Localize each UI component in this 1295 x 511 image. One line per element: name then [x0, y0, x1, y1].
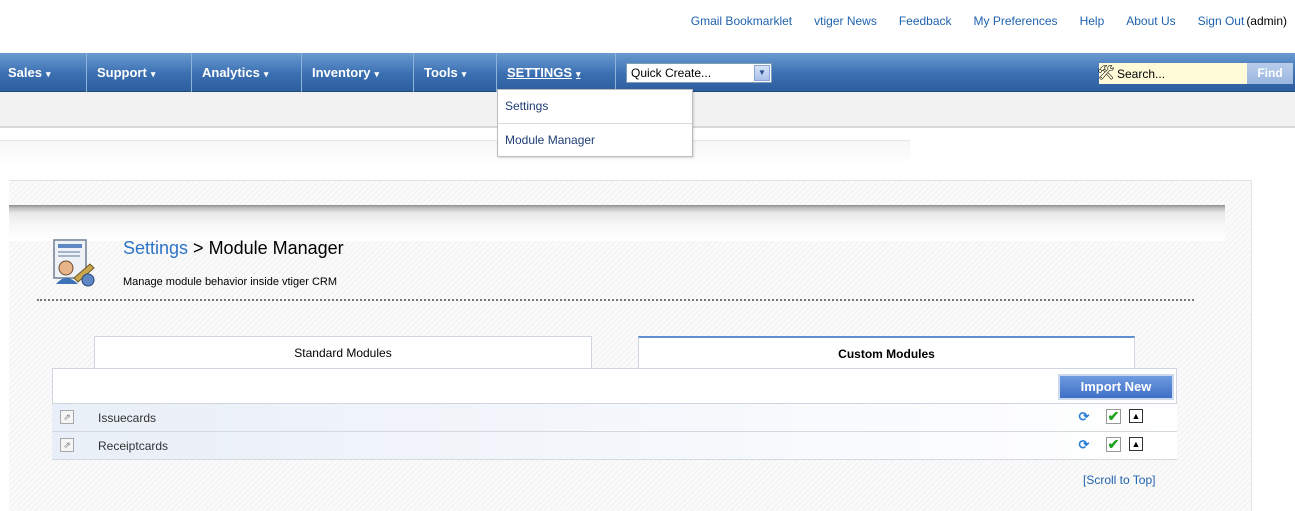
current-user: (admin)	[1246, 14, 1287, 28]
search-input[interactable]	[1099, 63, 1247, 84]
settings-dropdown-menu: Settings Module Manager	[497, 89, 693, 157]
link-icon[interactable]: ⇗	[60, 438, 74, 452]
panel-header-bar	[9, 205, 1225, 241]
refresh-icon[interactable]: ⟳	[1076, 409, 1092, 425]
page-title-text: Module Manager	[208, 238, 344, 258]
sign-out-link[interactable]: Sign Out	[1198, 14, 1245, 32]
menu-item-module-manager[interactable]: Module Manager	[498, 123, 692, 156]
divider	[37, 299, 1194, 301]
sub-nav-shadow	[0, 140, 910, 166]
check-icon[interactable]: ✔	[1106, 437, 1121, 452]
nav-settings[interactable]: SETTINGS ▾	[497, 53, 616, 92]
quick-create-select[interactable]: Quick Create... ▼	[626, 63, 772, 83]
nav-inventory[interactable]: Inventory ▾	[302, 53, 414, 92]
feedback-link[interactable]: Feedback	[899, 14, 952, 32]
find-button[interactable]: Find	[1247, 63, 1293, 84]
nav-label: Tools	[424, 65, 458, 80]
nav-label: Sales	[8, 65, 42, 80]
nav-label: Inventory	[312, 65, 371, 80]
help-link[interactable]: Help	[1080, 14, 1105, 32]
chevron-down-icon: ▾	[263, 69, 269, 79]
module-settings-icon	[53, 239, 95, 287]
chevron-down-icon: ▾	[45, 69, 51, 79]
page-title: Settings > Module Manager	[123, 238, 344, 259]
module-name: Issuecards	[98, 411, 157, 425]
main-nav-bar: Sales ▾ Support ▾ Analytics ▾ Inventory ▾ To…	[0, 53, 1295, 92]
menu-item-settings[interactable]: Settings	[498, 90, 692, 123]
tab-custom-modules[interactable]: Custom Modules	[638, 336, 1135, 368]
custom-modules-table: Import New ⇗ Issuecards ⟳ ✔ ▲ ⇗ Receiptc…	[52, 368, 1177, 460]
top-links: Gmail Bookmarklet vtiger News Feedback M…	[669, 14, 1287, 32]
my-preferences-link[interactable]: My Preferences	[974, 14, 1058, 32]
nav-label: SETTINGS	[507, 65, 573, 80]
chevron-down-icon: ▾	[576, 69, 581, 79]
chevron-down-icon: ▾	[461, 69, 467, 79]
scroll-to-top-link[interactable]: [Scroll to Top]	[1083, 473, 1155, 487]
table-row: ⇗ Receiptcards ⟳ ✔ ▲	[52, 432, 1177, 460]
quick-create-value: Quick Create...	[631, 66, 712, 80]
vtiger-news-link[interactable]: vtiger News	[814, 14, 877, 32]
breadcrumb-settings[interactable]: Settings	[123, 238, 188, 258]
refresh-icon[interactable]: ⟳	[1076, 437, 1092, 453]
chevron-down-icon: ▾	[374, 69, 380, 79]
export-icon[interactable]: ▲	[1129, 437, 1143, 451]
nav-analytics[interactable]: Analytics ▾	[192, 53, 302, 92]
nav-support[interactable]: Support ▾	[87, 53, 192, 92]
table-toolbar: Import New	[52, 368, 1177, 404]
about-us-link[interactable]: About Us	[1126, 14, 1175, 32]
link-icon[interactable]: ⇗	[60, 410, 74, 424]
page-subtitle: Manage module behavior inside vtiger CRM	[123, 276, 337, 288]
check-icon[interactable]: ✔	[1106, 409, 1121, 424]
import-new-button[interactable]: Import New	[1058, 374, 1174, 400]
gmail-bookmarklet-link[interactable]: Gmail Bookmarklet	[691, 14, 792, 32]
chevron-down-icon: ▾	[150, 69, 156, 79]
nav-label: Support	[97, 65, 147, 80]
nav-sales[interactable]: Sales ▾	[0, 53, 87, 92]
search-icon: 🛠	[1097, 64, 1115, 80]
nav-label: Analytics	[202, 65, 260, 80]
export-icon[interactable]: ▲	[1129, 409, 1143, 423]
table-row: ⇗ Issuecards ⟳ ✔ ▲	[52, 404, 1177, 432]
breadcrumb-separator: >	[188, 238, 209, 258]
nav-tools[interactable]: Tools ▾	[414, 53, 497, 92]
module-name: Receiptcards	[98, 439, 169, 453]
dropdown-arrow-icon[interactable]: ▼	[754, 65, 770, 81]
tab-standard-modules[interactable]: Standard Modules	[94, 336, 592, 368]
